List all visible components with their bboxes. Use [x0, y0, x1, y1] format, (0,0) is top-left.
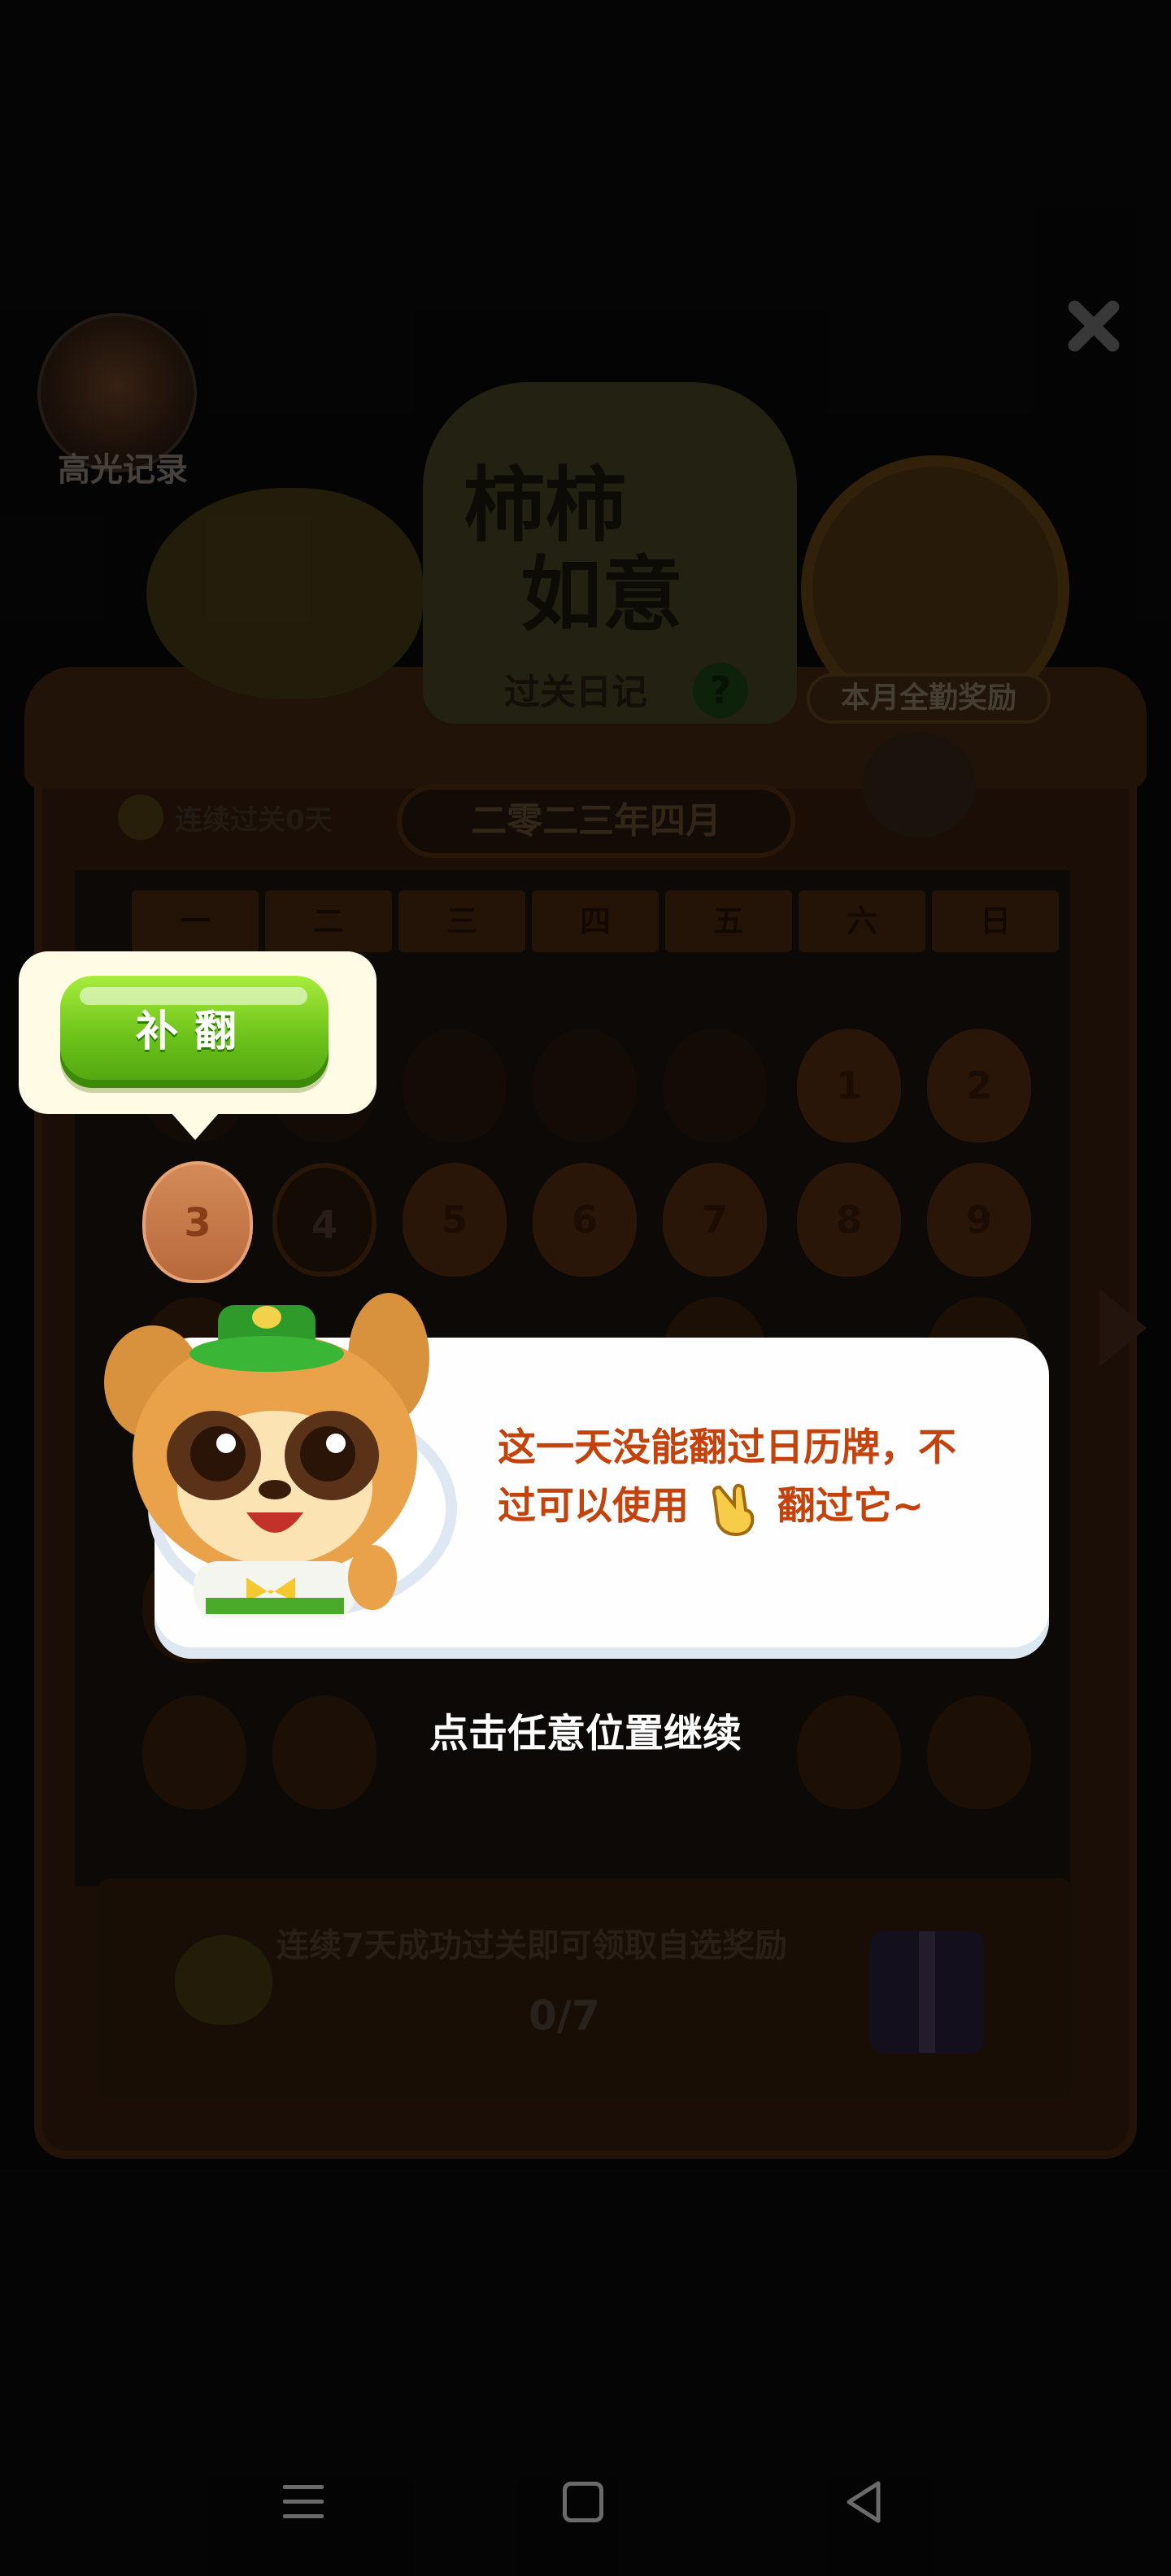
weekday-fri: 五: [665, 890, 792, 952]
dog-mascot-decoration: [146, 488, 423, 699]
diary-label: 过关日记: [504, 672, 647, 713]
calendar-day-empty: [403, 1029, 507, 1142]
highlight-record-button[interactable]: 高光记录: [37, 313, 200, 489]
home-icon[interactable]: [563, 2482, 603, 2522]
monthly-reward-label[interactable]: 本月全勤奖励: [807, 673, 1051, 724]
weekday-tue: 二: [265, 890, 392, 952]
gold-ingot-icon: [175, 1935, 272, 2025]
next-month-arrow-icon[interactable]: [1099, 1289, 1147, 1367]
streak-counter: 连续过关0天: [118, 793, 333, 842]
tooltip-tail: [171, 1112, 220, 1140]
help-icon[interactable]: ?: [693, 663, 748, 718]
dialog-line-2-start: 过可以使用: [498, 1484, 689, 1529]
streak-text: 连续过关0天: [175, 803, 333, 837]
month-label: 二零二三年四月: [397, 785, 795, 858]
menu-icon[interactable]: [283, 2482, 324, 2522]
dialog-line-1: 这一天没能翻过日历牌，不: [498, 1425, 956, 1470]
raccoon-mascot: [104, 1293, 429, 1618]
calendar-day-empty: [663, 1029, 767, 1142]
dialog-line-2-end: 翻过它~: [777, 1484, 925, 1529]
weekday-sat: 六: [799, 890, 925, 952]
weekday-wed: 三: [398, 890, 525, 952]
back-icon[interactable]: [842, 2478, 883, 2526]
calendar-day-7[interactable]: 7: [663, 1163, 767, 1277]
tutorial-dialog-text: 这一天没能翻过日历牌，不 过可以使用 翻过它~: [498, 1419, 1018, 1538]
title-line-2: 如意: [520, 547, 683, 642]
calendar-day-6[interactable]: 6: [533, 1163, 637, 1277]
weekday-thu: 四: [532, 890, 659, 952]
calendar-day-8[interactable]: 8: [797, 1163, 901, 1277]
calendar-day-2[interactable]: 2: [927, 1029, 1031, 1142]
calendar-day-empty: [533, 1029, 637, 1142]
coin-icon: [118, 794, 163, 840]
weekday-sun: 日: [932, 890, 1059, 952]
calendar-day-3-highlighted[interactable]: 3: [142, 1161, 253, 1283]
calendar-day-4[interactable]: 4: [272, 1163, 377, 1277]
weekday-mon: 一: [132, 890, 259, 952]
makeup-flip-button[interactable]: 补翻: [60, 976, 329, 1088]
gift-icon[interactable]: [870, 1931, 984, 2053]
calendar-day-1[interactable]: 1: [797, 1029, 901, 1142]
pointing-hand-icon: [712, 1483, 755, 1536]
calendar-day-9[interactable]: 9: [927, 1163, 1031, 1277]
highlight-record-label: 高光记录: [58, 451, 188, 489]
close-icon[interactable]: [1057, 289, 1130, 362]
calendar-day-5[interactable]: 5: [403, 1163, 507, 1277]
streak-reward-text: 连续7天成功过关即可领取自选奖励: [276, 1927, 787, 1965]
chinese-knot-decoration: [862, 732, 976, 838]
dialog-line-2: 过可以使用 翻过它~: [498, 1477, 1018, 1538]
streak-progress: 0/7: [529, 1992, 600, 2039]
weekday-header: 一 二 三 四 五 六 日: [132, 890, 1059, 952]
tap-to-continue-hint[interactable]: 点击任意位置继续: [0, 1701, 1171, 1758]
